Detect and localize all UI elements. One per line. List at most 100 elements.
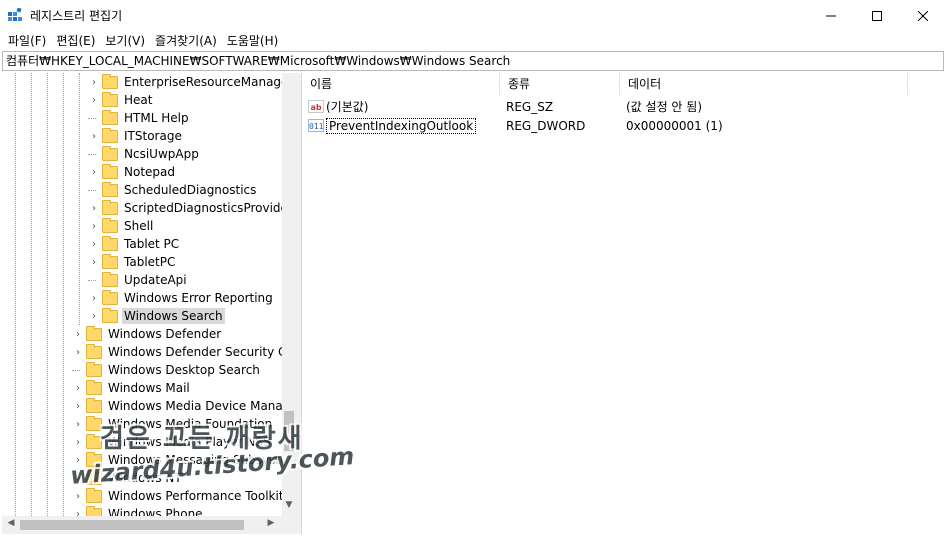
chevron-right-icon[interactable]: › [88,163,100,181]
folder-icon [102,271,118,287]
tree-item[interactable]: › EnterpriseResourceManager [88,73,282,91]
tree-item-label: Windows Search [122,308,225,324]
close-button[interactable] [900,0,946,31]
chevron-right-icon[interactable]: › [72,397,84,415]
folder-icon [86,433,102,449]
value-row-prevent-indexing-outlook[interactable]: 011 PreventIndexingOutlook REG_DWORD 0x0… [302,116,945,135]
tree-item[interactable]: › ScriptedDiagnosticsProvider [88,199,282,217]
maximize-icon [872,10,882,21]
tree-item[interactable]: › Windows Phone [72,505,205,516]
folder-icon [86,343,102,359]
tree-vertical-scrollbar[interactable]: ▼ [282,73,296,516]
tree-item-label: Windows Desktop Search [108,363,260,377]
chevron-right-icon[interactable]: › [72,487,84,505]
tree-item[interactable]: › Windows Media Foundation [72,415,274,433]
menu-edit[interactable]: 편집(E) [51,32,100,50]
chevron-right-icon[interactable]: › [72,325,84,343]
folder-icon [102,199,118,215]
tree-item-label: Windows Messaging Subsystem [108,453,282,467]
tree-horizontal-scrollbar[interactable]: ◀ ▶ [2,516,282,534]
menu-favorites[interactable]: 즐겨찾기(A) [150,32,222,50]
tree-item[interactable]: › ITStorage [88,127,184,145]
chevron-right-icon[interactable]: › [88,307,100,325]
tree-spacer [88,189,96,191]
tree-item[interactable]: UpdateApi [88,271,189,289]
tree-item[interactable]: › Windows Messaging Subsystem [72,451,282,469]
tree-item[interactable]: ScheduledDiagnostics [88,181,258,199]
tree-guide-line [63,73,64,516]
chevron-right-icon[interactable]: › [88,91,100,109]
tree-item[interactable]: › Windows Defender Security Cer [72,343,282,361]
chevron-right-icon[interactable]: › [72,469,84,487]
tree-item[interactable]: › Notepad [88,163,177,181]
scroll-right-arrow-icon[interactable]: ▶ [264,518,278,532]
value-data: 0x00000001 (1) [626,118,723,133]
menu-bar: 파일(F) 편집(E) 보기(V) 즐겨찾기(A) 도움말(H) [0,31,946,51]
chevron-right-icon[interactable]: › [72,415,84,433]
tree-item[interactable]: › Windows Media Player NSS [72,433,273,451]
tree-item-label: Shell [124,219,154,233]
value-type: REG_SZ [506,99,554,114]
folder-icon [102,73,118,89]
value-row-default[interactable]: ab (기본값) REG_SZ (값 설정 안 됨) [302,97,945,116]
tree-item[interactable]: Windows Desktop Search [72,361,262,379]
scroll-down-arrow-icon[interactable]: ▼ [282,500,296,514]
tree-item-label: NcsiUwpApp [124,147,199,161]
column-header-type[interactable]: 종류 [500,73,620,95]
chevron-right-icon[interactable]: › [88,73,100,91]
tree-item[interactable]: › Windows Search [88,307,225,325]
tree-item[interactable]: NcsiUwpApp [88,145,201,163]
chevron-right-icon[interactable]: › [88,199,100,217]
tree-item-label: ITStorage [124,129,182,143]
tree-horizontal-scroll-thumb[interactable] [20,520,244,530]
chevron-right-icon[interactable]: › [72,343,84,361]
tree-spacer [88,153,96,155]
chevron-right-icon[interactable]: › [88,217,100,235]
chevron-right-icon[interactable]: › [72,505,84,517]
values-list-pane: 이름 종류 데이터 ab (기본값) REG_SZ (값 설정 안 됨) 011… [301,73,944,534]
tree-item[interactable]: › Windows Defender [72,325,223,343]
tree-item[interactable]: › Shell [88,217,155,235]
tree-item-label: Windows Error Reporting [124,291,273,305]
folder-icon [102,289,118,305]
chevron-right-icon[interactable]: › [88,127,100,145]
tree-item[interactable]: › Tablet PC [88,235,181,253]
tree-guide-line [79,73,80,325]
column-header-data[interactable]: 데이터 [620,73,908,95]
maximize-button[interactable] [854,0,900,31]
menu-help[interactable]: 도움말(H) [222,32,284,50]
scroll-left-arrow-icon[interactable]: ◀ [4,518,18,532]
tree-vertical-scroll-thumb[interactable] [284,411,294,451]
chevron-right-icon[interactable]: › [72,451,84,469]
tree-item[interactable]: › Windows Mail [72,379,192,397]
folder-icon [86,379,102,395]
folder-icon [102,163,118,179]
minimize-button[interactable] [808,0,854,31]
tree-item-label: Windows Media Player NSS [108,435,271,449]
tree-item-label: Windows Media Device Manage [108,399,282,413]
chevron-right-icon[interactable]: › [72,379,84,397]
folder-icon [86,469,102,485]
registry-editor-app-icon [8,8,22,21]
folder-icon [86,505,102,516]
menu-view[interactable]: 보기(V) [100,32,150,50]
tree-item[interactable]: HTML Help [88,109,191,127]
tree-item-label: Windows Defender Security Cer [108,345,282,359]
tree-item[interactable]: › Windows Error Reporting [88,289,275,307]
tree-item[interactable]: › Heat [88,91,154,109]
tree-spacer [72,369,80,371]
chevron-right-icon[interactable]: › [88,253,100,271]
chevron-right-icon[interactable]: › [72,433,84,451]
column-header-name[interactable]: 이름 [302,73,500,95]
tree-item-label: TabletPC [124,255,176,269]
chevron-right-icon[interactable]: › [88,289,100,307]
tree-item[interactable]: › Windows Performance Toolkit [72,487,282,505]
tree-item[interactable]: › Windows NT [72,469,184,487]
tree-item[interactable]: › Windows Media Device Manage [72,397,282,415]
folder-icon [86,451,102,467]
chevron-right-icon[interactable]: › [88,235,100,253]
menu-file[interactable]: 파일(F) [3,32,51,50]
tree-item-label: Windows Defender [108,327,222,341]
address-bar[interactable]: 컴퓨터₩HKEY_LOCAL_MACHINE₩SOFTWARE₩Microsof… [2,51,944,71]
tree-item[interactable]: › TabletPC [88,253,177,271]
